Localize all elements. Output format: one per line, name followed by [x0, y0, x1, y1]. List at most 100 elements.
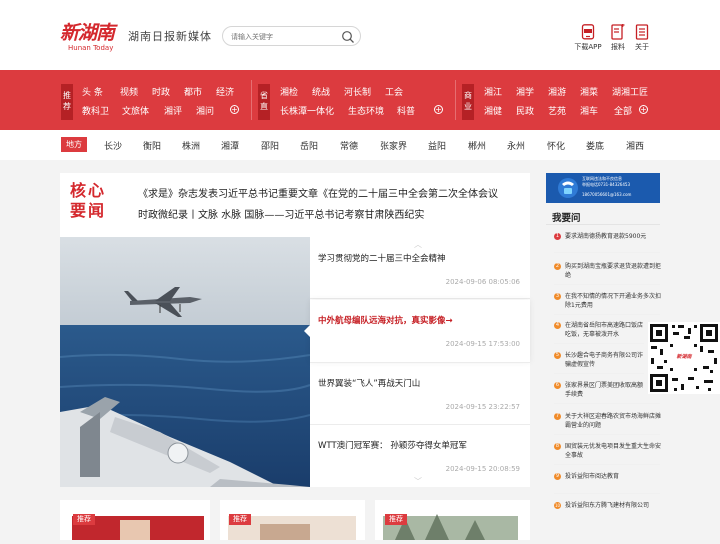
- carrier-jet-image: [60, 237, 310, 487]
- question-text: 要求湖南德扬教育退款5900元: [565, 233, 647, 240]
- nav-item[interactable]: 湘问: [196, 104, 214, 117]
- nav-item[interactable]: 生态环境: [348, 104, 384, 117]
- news-date: 2024-09-15 20:08:59: [445, 465, 520, 473]
- question-text: 购买到湖南宝瓶要求退货退款遭到拒绝: [565, 263, 662, 279]
- city-tag: 地方: [61, 137, 87, 152]
- nav-item[interactable]: 湘健: [484, 104, 502, 117]
- channel-nav: [0, 70, 720, 130]
- logo-subtext: Hunan Today: [68, 44, 114, 52]
- expand-plus-icon[interactable]: +: [639, 105, 648, 114]
- nav-item[interactable]: 教科卫: [82, 104, 109, 117]
- city-item[interactable]: 长沙: [104, 139, 122, 152]
- search-box[interactable]: [222, 26, 361, 46]
- city-nav: 地方 长沙 衡阳 株洲 湘潭 邵阳 岳阳 常德 张家界 益阳 郴州 永州 怀化 …: [0, 130, 720, 160]
- news-item[interactable]: 学习贯彻党的二十届三中全会精神 2024-09-06 08:05:06: [318, 252, 524, 292]
- news-date: 2024-09-15 23:22:57: [445, 403, 520, 411]
- nav-group-tag-province: 省直: [258, 84, 270, 120]
- nav-item[interactable]: 工会: [385, 85, 403, 98]
- question-text: 关于大祥区迎春路农贸市场海鲜店摊霸营业的问题: [565, 413, 662, 429]
- banner-text: 0731-84326453: [598, 182, 630, 187]
- nav-item[interactable]: 科普: [397, 104, 415, 117]
- city-item[interactable]: 永州: [507, 139, 525, 152]
- site-header: 新湖南 Hunan Today 湖南日报新媒体 下载APP: [0, 0, 720, 70]
- news-date: 2024-09-06 08:05:06: [445, 278, 520, 286]
- city-item[interactable]: 邵阳: [261, 139, 279, 152]
- nav-item[interactable]: 湘菜: [580, 85, 598, 98]
- nav-item[interactable]: 艺苑: [548, 104, 566, 117]
- expand-plus-icon[interactable]: +: [434, 105, 443, 114]
- divider: [310, 424, 530, 425]
- city-item[interactable]: 娄底: [586, 139, 604, 152]
- city-item[interactable]: 株洲: [182, 139, 200, 152]
- download-app-button[interactable]: 下载APP: [574, 24, 602, 54]
- nav-item[interactable]: 视频: [120, 85, 138, 98]
- nav-item[interactable]: 湘江: [484, 85, 502, 98]
- headline-link[interactable]: 《求是》杂志发表习近平总书记重要文章《在党的二十届三中全会第二次全体会议: [138, 185, 498, 200]
- nav-item[interactable]: 河长制: [344, 85, 371, 98]
- divider: [554, 403, 660, 404]
- question-number: 6: [554, 382, 561, 389]
- nav-item[interactable]: 全部: [614, 104, 632, 117]
- question-text: 长沙趣合电子商务有限公司诈骗虚假宣传: [565, 352, 644, 368]
- news-item[interactable]: WTT澳门冠军赛： 孙颖莎夺得女单冠军 2024-09-15 20:08:59: [318, 439, 524, 479]
- news-date: 2024-09-15 17:53:00: [445, 340, 520, 348]
- nav-item[interactable]: 时政: [152, 85, 170, 98]
- news-title: WTT澳门冠军赛： 孙颖莎夺得女单冠军: [318, 441, 467, 451]
- nav-item[interactable]: 湘学: [516, 85, 534, 98]
- question-number: 2: [554, 263, 561, 270]
- divider: [554, 493, 660, 494]
- nav-item[interactable]: 都市: [184, 85, 202, 98]
- divider: [554, 434, 660, 435]
- divider: [554, 464, 660, 465]
- nav-item[interactable]: 湘车: [580, 104, 598, 117]
- site-logo[interactable]: 新湖南 Hunan Today: [60, 18, 120, 54]
- expand-plus-icon[interactable]: +: [230, 105, 239, 114]
- news-item[interactable]: 世界翼装“飞人”再战天门山 2024-09-15 23:22:57: [318, 377, 524, 417]
- banner-text: 举报电话: [582, 182, 598, 187]
- city-item[interactable]: 岳阳: [300, 139, 318, 152]
- city-item[interactable]: 湘西: [626, 139, 644, 152]
- active-pointer: [304, 325, 310, 337]
- city-item[interactable]: 怀化: [547, 139, 565, 152]
- question-number: 5: [554, 352, 561, 359]
- question-number: 9: [554, 473, 561, 480]
- logo-text: 新湖南: [60, 22, 115, 44]
- divider: [310, 298, 530, 299]
- nav-item[interactable]: 湘游: [548, 85, 566, 98]
- nav-item[interactable]: 头 条: [82, 85, 103, 98]
- question-text: 张家界景区门票美团收取高额手续费: [565, 382, 644, 398]
- nav-item[interactable]: 经济: [216, 85, 234, 98]
- nav-item[interactable]: 湘检: [280, 85, 298, 98]
- scroll-down-icon[interactable]: ﹀: [414, 476, 422, 487]
- nav-item[interactable]: 湖湘工匠: [612, 85, 648, 98]
- nav-item[interactable]: 民政: [516, 104, 534, 117]
- core-news-tag-line2: 要闻: [70, 201, 107, 220]
- city-item[interactable]: 常德: [340, 139, 358, 152]
- ask-section-title: 我要问: [552, 213, 581, 224]
- nav-item[interactable]: 湘评: [164, 104, 182, 117]
- city-item[interactable]: 衡阳: [143, 139, 161, 152]
- headline-link[interactable]: 时政微纪录丨文脉 水脉 国脉——习近平总书记考察甘肃陕西纪实: [138, 206, 424, 221]
- city-item[interactable]: 张家界: [380, 139, 407, 152]
- qr-logo: 新湖南: [676, 354, 692, 360]
- question-number: 3: [554, 293, 561, 300]
- city-item[interactable]: 郴州: [468, 139, 486, 152]
- scroll-up-icon[interactable]: ︿: [414, 239, 422, 250]
- news-title: 学习贯彻党的二十届三中全会精神: [318, 254, 446, 264]
- question-number: 4: [554, 322, 561, 329]
- search-icon[interactable]: [341, 30, 355, 44]
- report-hotline-banner[interactable]: 互联网违法和不良信息 举报电话 0731-84326453 1867005660…: [546, 173, 660, 203]
- city-item[interactable]: 湘潭: [221, 139, 239, 152]
- news-title: 世界翼装“飞人”再战天门山: [318, 379, 421, 389]
- nav-item[interactable]: 文旅体: [122, 104, 149, 117]
- about-button[interactable]: 关于: [628, 24, 656, 54]
- city-item[interactable]: 益阳: [428, 139, 446, 152]
- nav-item[interactable]: 统战: [312, 85, 330, 98]
- recommend-tag: 推荐: [229, 514, 251, 525]
- featured-photo[interactable]: [60, 237, 310, 487]
- nav-item[interactable]: 长株潭一体化: [280, 104, 334, 117]
- banner-text: 18670056601@163.com: [582, 192, 632, 197]
- search-input[interactable]: [231, 30, 331, 43]
- news-item[interactable]: 中外航母编队远海对抗，真实影像→ 2024-09-15 17:53:00: [318, 314, 524, 354]
- download-app-label: 下载APP: [574, 43, 602, 51]
